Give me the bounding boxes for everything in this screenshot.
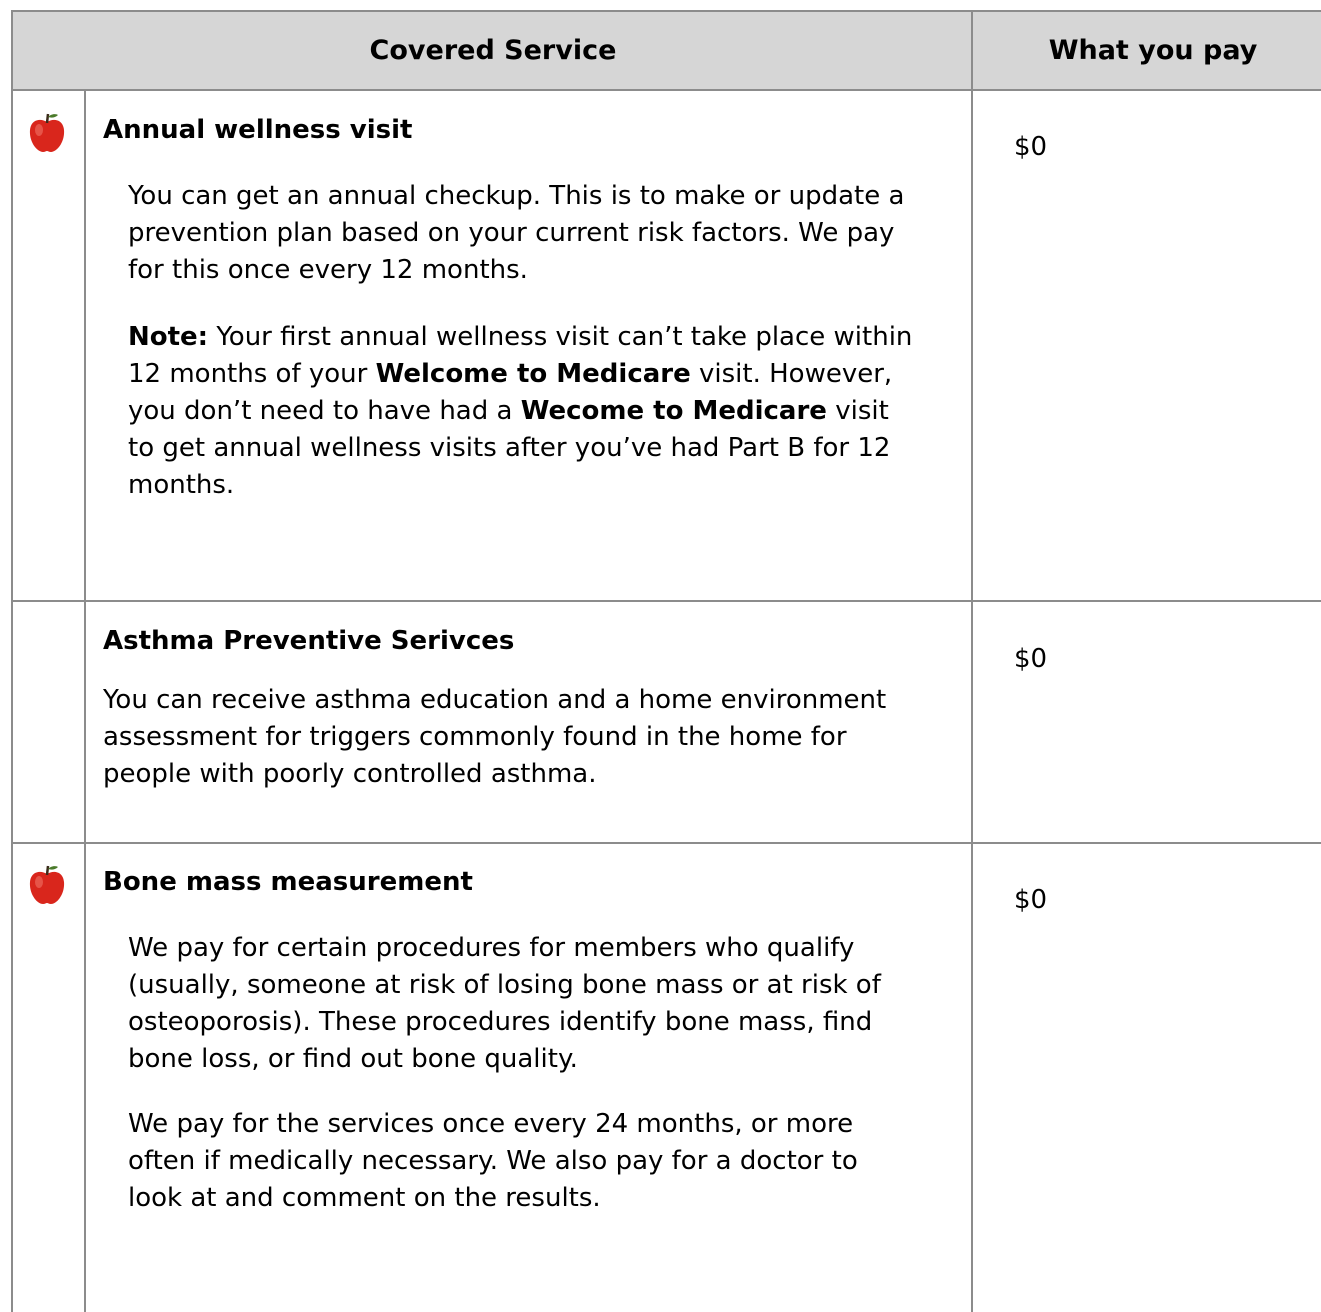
apple-icon [29,113,65,152]
row-title: Asthma Preventive Serivces [103,626,515,656]
row-title: Annual wellness visit [103,115,413,145]
row-title: Bone mass measurement [103,867,473,897]
note-emphasis: Wecome to Medicare [520,396,827,426]
divider [13,600,1321,602]
price-value: $0 [1014,885,1048,915]
price-value: $0 [1014,132,1048,162]
divider [971,12,973,1312]
row-description: We pay for certain procedures for member… [128,933,881,1074]
divider [84,89,86,1312]
apple-icon [29,865,65,904]
divider [13,89,1321,91]
divider [13,842,1321,844]
row-description: You can get an annual checkup. This is t… [128,181,905,285]
row-note: Note: Your first annual wellness visit c… [128,319,918,504]
row-description: You can receive asthma education and a h… [103,685,887,789]
header-covered-service: Covered Service [369,35,617,66]
price-value: $0 [1014,644,1048,674]
coverage-table: Covered Service What you pay Annual well… [11,10,1321,1312]
note-label: Note: [128,322,209,352]
header-what-you-pay: What you pay [1048,35,1258,66]
note-emphasis: Welcome to Medicare [375,359,691,389]
row-description: We pay for the services once every 24 mo… [128,1109,858,1213]
